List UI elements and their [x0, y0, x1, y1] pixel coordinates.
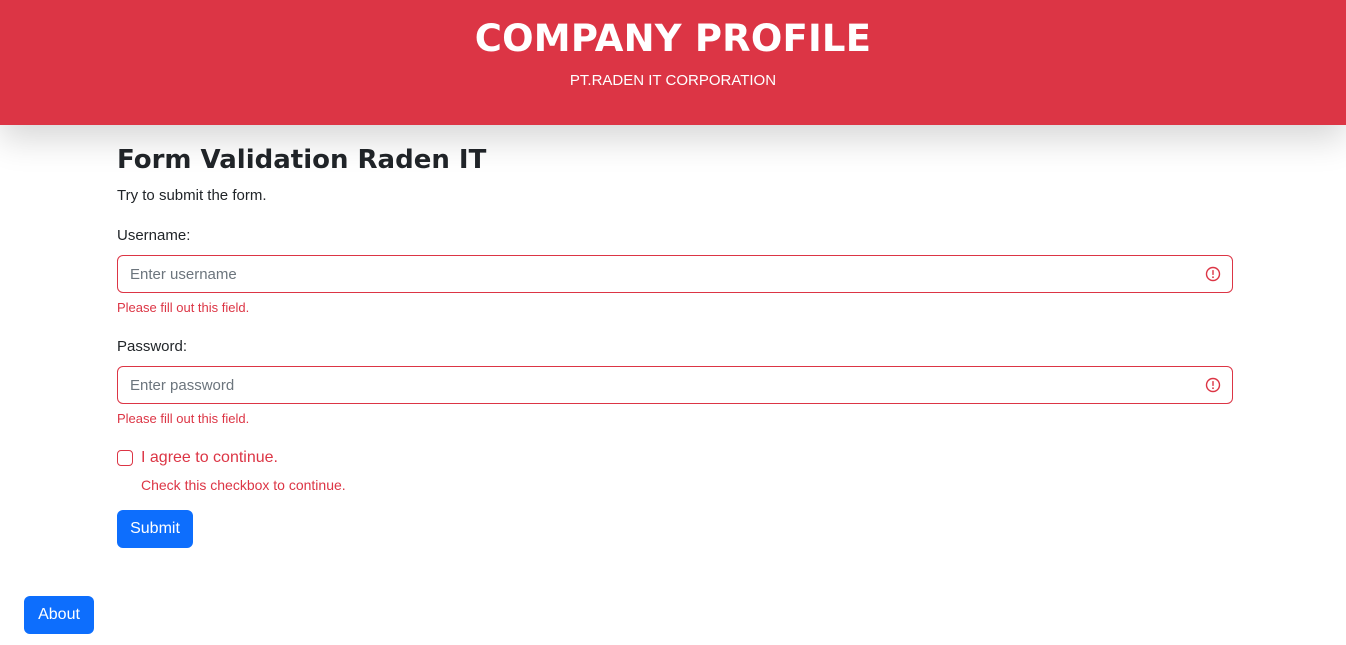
exclamation-circle-icon — [1205, 377, 1221, 393]
company-name: PT.RADEN IT CORPORATION — [569, 72, 777, 89]
password-feedback: Please fill out this field. — [117, 411, 250, 426]
username-label: Username: — [117, 227, 191, 244]
form-title: Form Validation Raden IT — [117, 145, 487, 175]
submit-button[interactable]: Submit — [117, 510, 193, 548]
password-field — [117, 366, 1233, 404]
agree-feedback: Check this checkbox to continue. — [141, 477, 346, 493]
password-label: Password: — [117, 338, 188, 355]
exclamation-circle-icon — [1205, 266, 1221, 282]
username-feedback: Please fill out this field. — [117, 300, 250, 315]
about-button[interactable]: About — [24, 596, 94, 634]
username-input[interactable] — [118, 256, 1232, 292]
agree-label[interactable]: I agree to continue. — [141, 447, 278, 469]
page-title: COMPANY PROFILE — [474, 17, 872, 60]
password-input[interactable] — [118, 367, 1232, 403]
username-field — [117, 255, 1233, 293]
page-header: COMPANY PROFILE PT.RADEN IT CORPORATION — [0, 0, 1346, 125]
form-description: Try to submit the form. — [117, 187, 267, 204]
agree-checkbox[interactable] — [117, 450, 133, 466]
